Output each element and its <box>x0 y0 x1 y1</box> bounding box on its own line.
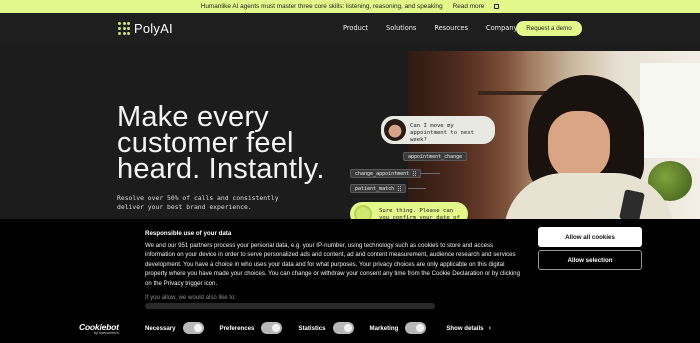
consent-title: Responsible use of your data <box>145 230 232 237</box>
toggle-marketing: Marketing <box>370 322 443 334</box>
allow-selection-button[interactable]: Allow selection <box>538 250 642 270</box>
allow-all-cookies-button[interactable]: Allow all cookies <box>538 227 642 247</box>
toggle-marketing-label: Marketing <box>369 324 399 332</box>
toggle-statistics: Statistics <box>298 322 369 334</box>
nav-solutions[interactable]: Solutions <box>386 24 416 32</box>
hero-title: Make every customer feel heard. Instantl… <box>117 101 325 185</box>
drag-handle-icon <box>398 186 402 191</box>
polyai-logo[interactable]: PolyAI <box>118 21 173 36</box>
flow-tag: change_appointment <box>350 169 422 178</box>
cookiebot-logo[interactable]: Cookiebot by Usercentrics <box>79 322 119 335</box>
flow-tag-label: change_appointment <box>355 170 410 177</box>
consent-more-text: If you allow, we would also like to: <box>145 294 237 301</box>
marketing-switch[interactable] <box>405 322 427 334</box>
consent-body: We and our 951 partners process your per… <box>145 242 520 287</box>
toggle-statistics-label: Statistics <box>298 324 326 332</box>
intent-tag-label: appointment_change <box>408 153 463 160</box>
nav-resources[interactable]: Resources <box>434 24 468 32</box>
nav-company[interactable]: Company <box>486 24 517 32</box>
toggle-preferences: Preferences <box>220 322 299 334</box>
external-link-icon[interactable] <box>494 4 500 9</box>
customer-question-text: Can I move my appointment to next week? <box>410 123 474 143</box>
match-tag: patient_match <box>350 184 407 193</box>
show-details-label: Show details <box>446 324 484 332</box>
preferences-switch[interactable] <box>261 322 283 334</box>
request-demo-button[interactable]: Request a demo <box>516 21 582 36</box>
consent-toggles: Necessary Preferences Statistics Marketi… <box>145 322 491 334</box>
necessary-switch[interactable] <box>182 322 204 334</box>
drag-handle-icon <box>413 171 417 176</box>
cookie-consent-banner: Responsible use of your data We and our … <box>0 219 700 343</box>
logo-text: PolyAI <box>134 21 173 36</box>
logo-dots-icon <box>118 21 130 36</box>
customer-avatar <box>384 119 406 141</box>
chevron-right-icon: › <box>488 324 491 332</box>
customer-question-bubble: Can I move my appointment to next week? <box>381 116 495 144</box>
announcement-bar: Humanlike AI agents must master three co… <box>0 0 700 13</box>
hero-subtitle: Resolve over 50% of calls and consistent… <box>117 194 279 211</box>
show-details-link[interactable]: Show details › <box>446 325 491 332</box>
toggle-necessary-label: Necessary <box>145 324 176 332</box>
toggle-preferences-label: Preferences <box>219 324 255 332</box>
top-navigation: PolyAI Product Solutions Resources Compa… <box>0 13 700 45</box>
announcement-text: Humanlike AI agents must master three co… <box>200 3 443 10</box>
toggle-necessary: Necessary <box>145 322 220 334</box>
read-more-link[interactable]: Read more <box>453 3 485 10</box>
nav-links: Product Solutions Resources Company <box>343 24 517 32</box>
consent-faded-line <box>145 303 435 309</box>
nav-product[interactable]: Product <box>343 24 368 32</box>
intent-tag: appointment_change <box>403 152 468 161</box>
statistics-switch[interactable] <box>332 322 354 334</box>
match-tag-label: patient_match <box>355 185 395 192</box>
